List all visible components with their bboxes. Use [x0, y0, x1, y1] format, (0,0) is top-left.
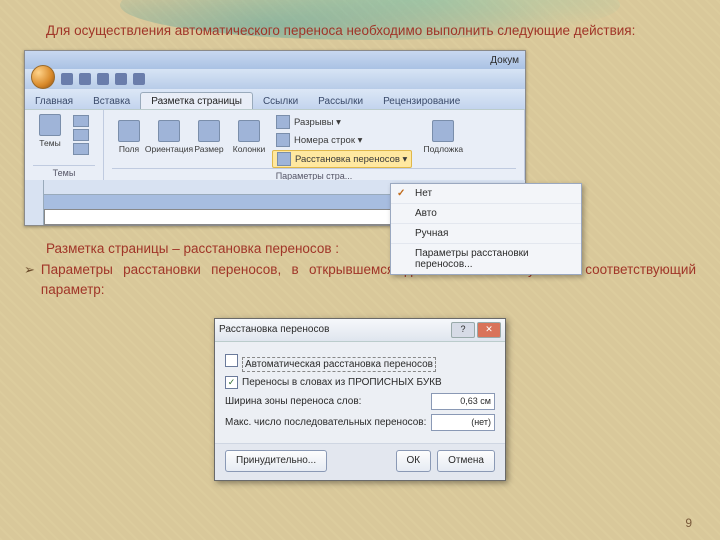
caps-label: Переносы в словах из ПРОПИСНЫХ БУКВ	[242, 377, 442, 388]
menu-auto[interactable]: Авто	[391, 204, 581, 224]
theme-colors-icon[interactable]	[73, 115, 89, 127]
themes-button[interactable]: Темы	[33, 114, 67, 156]
help-button[interactable]: ?	[451, 322, 475, 338]
tab-page-layout[interactable]: Разметка страницы	[140, 92, 253, 109]
ribbon: Темы Темы Поля Ориентация Размер Колонки…	[25, 109, 525, 180]
menu-manual[interactable]: Ручная	[391, 224, 581, 244]
page-number: 9	[685, 516, 692, 530]
tab-mailings[interactable]: Рассылки	[308, 93, 373, 109]
tab-insert[interactable]: Вставка	[83, 93, 140, 109]
breaks-stack: Разрывы ▾ Номера строк ▾ Расстановка пер…	[272, 114, 412, 168]
cancel-button[interactable]: Отмена	[437, 450, 495, 472]
bullet-arrow-icon: ➢	[24, 261, 35, 299]
hyphenation-button[interactable]: Расстановка переносов ▾	[272, 150, 412, 168]
lead-text: Для осуществления автоматического перено…	[24, 22, 696, 40]
office-button[interactable]	[31, 65, 55, 89]
undo-icon[interactable]	[79, 73, 91, 85]
ribbon-tabs: Главная Вставка Разметка страницы Ссылки…	[25, 89, 525, 109]
word-screenshot: Докум Главная Вставка Разметка страницы …	[24, 50, 526, 226]
breaks-button[interactable]: Разрывы ▾	[272, 114, 412, 130]
hyphenation-dialog: Расстановка переносов ? ✕ Автоматическая…	[214, 318, 506, 481]
line-numbers-icon	[276, 133, 290, 147]
qat-icon[interactable]	[133, 73, 145, 85]
ok-button[interactable]: ОК	[396, 450, 432, 472]
zone-field[interactable]: 0,63 см	[431, 393, 495, 410]
titlebar: Докум	[25, 51, 525, 69]
columns-icon	[238, 120, 260, 142]
force-button[interactable]: Принудительно...	[225, 450, 327, 472]
qat-icon[interactable]	[115, 73, 127, 85]
section2-bullet: Параметры расстановки переносов, в откры…	[41, 260, 696, 299]
zone-label: Ширина зоны переноса слов:	[225, 396, 361, 407]
close-button[interactable]: ✕	[477, 322, 501, 338]
vertical-ruler	[25, 180, 44, 225]
orientation-button[interactable]: Ориентация	[152, 120, 186, 162]
caps-checkbox[interactable]: ✓	[225, 376, 238, 389]
redo-icon[interactable]	[97, 73, 109, 85]
watermark-button[interactable]: Подложка	[426, 120, 460, 162]
columns-button[interactable]: Колонки	[232, 120, 266, 162]
dialog-title: Расстановка переносов	[219, 324, 329, 335]
hyphenation-menu: Нет Авто Ручная Параметры расстановки пе…	[390, 183, 582, 275]
size-icon	[198, 120, 220, 142]
quick-access-toolbar	[25, 69, 525, 89]
max-field[interactable]: (нет)	[431, 414, 495, 431]
theme-effects-icon[interactable]	[73, 143, 89, 155]
breaks-icon	[276, 115, 290, 129]
section2-intro: Разметка страницы – расстановка переносо…	[24, 240, 696, 258]
margins-icon	[118, 120, 140, 142]
watermark-icon	[432, 120, 454, 142]
themes-icon	[39, 114, 61, 136]
tab-review[interactable]: Рецензирование	[373, 93, 470, 109]
auto-label: Автоматическая расстановка переносов	[242, 357, 436, 372]
tab-references[interactable]: Ссылки	[253, 93, 308, 109]
save-icon[interactable]	[61, 73, 73, 85]
theme-fonts-icon[interactable]	[73, 129, 89, 141]
tab-home[interactable]: Главная	[25, 93, 83, 109]
hyphenation-icon	[277, 152, 291, 166]
auto-checkbox[interactable]	[225, 354, 238, 367]
line-numbers-button[interactable]: Номера строк ▾	[272, 132, 412, 148]
size-button[interactable]: Размер	[192, 120, 226, 162]
menu-options[interactable]: Параметры расстановки переносов...	[391, 244, 581, 274]
orientation-icon	[158, 120, 180, 142]
menu-none[interactable]: Нет	[391, 184, 581, 204]
group-themes-label: Темы	[33, 165, 95, 178]
max-label: Макс. число последовательных переносов:	[225, 417, 426, 428]
margins-button[interactable]: Поля	[112, 120, 146, 162]
